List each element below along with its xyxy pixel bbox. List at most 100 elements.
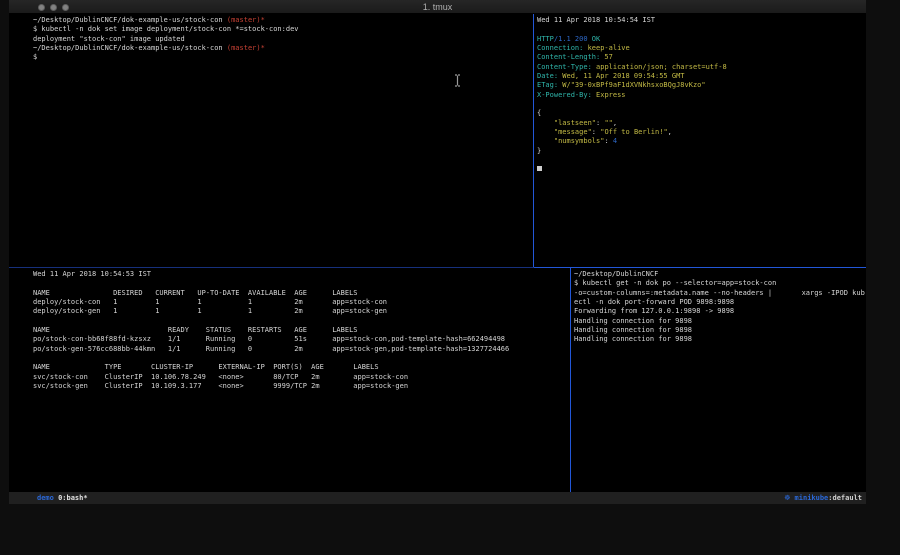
terminal-line: Content-Type: application/json; charset=…	[537, 63, 866, 72]
terminal-text: svc/stock-gen ClusterIP 10.109.3.177 <no…	[33, 382, 408, 390]
terminal-line: }	[537, 147, 866, 156]
tmux-window-tab[interactable]: 0:bash*	[54, 494, 88, 502]
terminal-pane-bottom-left[interactable]: Wed 11 Apr 2018 10:54:53 IST NAME DESIRED…	[9, 268, 570, 492]
terminal-text: }	[537, 147, 541, 155]
terminal-line: "lastseen": "",	[537, 119, 866, 128]
terminal-text: :	[592, 128, 600, 136]
terminal-line: po/stock-gen-576cc688bb-44kmn 1/1 Runnin…	[33, 345, 570, 354]
terminal-line: Wed 11 Apr 2018 10:54:53 IST	[33, 270, 570, 279]
terminal-text: Wed, 11 Apr 2018 09:54:55 GMT	[558, 72, 684, 80]
terminal-text: ~/Desktop/DublinCNCF/dok-example-us/stoc…	[33, 44, 227, 52]
terminal-text: ETag:	[537, 81, 558, 89]
terminal-text: NAME DESIRED CURRENT UP-TO-DATE AVAILABL…	[33, 289, 358, 297]
terminal-line: $ kubectl -n dok set image deployment/st…	[33, 25, 533, 34]
terminal-text: Content-Type:	[537, 63, 592, 71]
terminal-line: ETag: W/"39-0xBPf9aF1dXVNkhsxoBQgJ8vKzo"	[537, 81, 866, 90]
terminal-text: "Off to Berlin!"	[600, 128, 667, 136]
terminal-line: $	[33, 53, 533, 62]
window-titlebar[interactable]: 1. tmux	[9, 0, 866, 14]
terminal-text: ectl -n dok port-forward POD 9898:9898	[574, 298, 734, 306]
terminal-text: po/stock-con-bb68f88fd-kzsxz 1/1 Running…	[33, 335, 505, 343]
terminal-line: "numsymbols": 4	[537, 137, 866, 146]
terminal-line: $ kubectl get -n dok po --selector=app=s…	[574, 279, 866, 288]
terminal-line	[537, 25, 866, 34]
pane-divider-horizontal-right[interactable]	[534, 267, 866, 268]
terminal-line: Wed 11 Apr 2018 10:54:54 IST	[537, 16, 866, 25]
terminal-text: (master)*	[227, 16, 265, 24]
terminal-text: Handling connection for 9898	[574, 326, 692, 334]
terminal-line: deployment "stock-con" image updated	[33, 35, 533, 44]
terminal-line: ~/Desktop/DublinCNCF/dok-example-us/stoc…	[33, 44, 533, 53]
terminal-line: Content-Length: 57	[537, 53, 866, 62]
terminal-line: NAME TYPE CLUSTER-IP EXTERNAL-IP PORT(S)…	[33, 363, 570, 372]
terminal-text: Date:	[537, 72, 558, 80]
terminal-line: Date: Wed, 11 Apr 2018 09:54:55 GMT	[537, 72, 866, 81]
text-cursor-pointer	[453, 72, 462, 91]
terminal-line	[33, 317, 570, 326]
terminal-text: W/"39-0xBPf9aF1dXVNkhsxoBQgJ8vKzo"	[558, 81, 706, 89]
terminal-line: Handling connection for 9898	[574, 326, 866, 335]
terminal-line: X-Powered-By: Express	[537, 91, 866, 100]
terminal-text: deployment "stock-con" image updated	[33, 35, 185, 43]
pane-divider-vertical-bottom[interactable]	[570, 268, 571, 492]
terminal-line	[33, 279, 570, 288]
kube-namespace: :default	[828, 494, 862, 502]
window-title: 1. tmux	[9, 1, 866, 13]
tmux-session-name: demo	[37, 494, 54, 502]
terminal-text: ""	[604, 119, 612, 127]
terminal-text: Forwarding from 127.0.0.1:9898 -> 9898	[574, 307, 734, 315]
terminal-text: {	[537, 109, 541, 117]
terminal-text: /1.1 200	[554, 35, 592, 43]
terminal-text: Handling connection for 9898	[574, 335, 692, 343]
terminal-line: ~/Desktop/DublinCNCF/dok-example-us/stoc…	[33, 16, 533, 25]
terminal-text: po/stock-gen-576cc688bb-44kmn 1/1 Runnin…	[33, 345, 509, 353]
terminal-text: Content-Length:	[537, 53, 600, 61]
terminal-pane-bottom-right[interactable]: ~/Desktop/DublinCNCF$ kubectl get -n dok…	[571, 268, 866, 492]
terminal-pane-top-left[interactable]: ~/Desktop/DublinCNCF/dok-example-us/stoc…	[9, 14, 533, 267]
terminal-text: ,	[668, 128, 672, 136]
terminal-text: ~/Desktop/DublinCNCF/dok-example-us/stoc…	[33, 16, 227, 24]
terminal-text: -o=custom-columns=:metadata.name --no-he…	[574, 289, 865, 297]
terminal-text: "message"	[537, 128, 592, 136]
terminal-text: keep-alive	[583, 44, 629, 52]
terminal-text: (master)*	[227, 44, 265, 52]
terminal-line: Connection: keep-alive	[537, 44, 866, 53]
terminal-line: svc/stock-gen ClusterIP 10.109.3.177 <no…	[33, 382, 570, 391]
terminal-line: "message": "Off to Berlin!",	[537, 128, 866, 137]
terminal-text: Wed 11 Apr 2018 10:54:53 IST	[33, 270, 151, 278]
terminal-text: application/json; charset=utf-8	[592, 63, 727, 71]
terminal-text: $ kubectl get -n dok po --selector=app=s…	[574, 279, 776, 287]
terminal-line: po/stock-con-bb68f88fd-kzsxz 1/1 Running…	[33, 335, 570, 344]
terminal-text: Wed 11 Apr 2018 10:54:54 IST	[537, 16, 655, 24]
pane-divider-vertical-top[interactable]	[533, 14, 534, 267]
terminal-text: 57	[600, 53, 613, 61]
terminal-line: ~/Desktop/DublinCNCF	[574, 270, 866, 279]
block-cursor	[537, 166, 542, 171]
terminal-text: OK	[592, 35, 600, 43]
terminal-text: Handling connection for 9898	[574, 317, 692, 325]
terminal-text: HTTP	[537, 35, 554, 43]
terminal-text: deploy/stock-gen 1 1 1 1 2m app=stock-ge…	[33, 307, 387, 315]
terminal-line: Forwarding from 127.0.0.1:9898 -> 9898	[574, 307, 866, 316]
terminal-line	[537, 165, 866, 174]
tmux-status-bar: demo 0:bash* ☸ minikube:default	[9, 492, 866, 504]
terminal-line: NAME READY STATUS RESTARTS AGE LABELS	[33, 326, 570, 335]
terminal-text: deploy/stock-con 1 1 1 1 2m app=stock-co…	[33, 298, 387, 306]
terminal-line	[537, 156, 866, 165]
terminal-line: NAME DESIRED CURRENT UP-TO-DATE AVAILABL…	[33, 289, 570, 298]
terminal-text: :	[604, 137, 612, 145]
terminal-line: Handling connection for 9898	[574, 317, 866, 326]
terminal-text: 4	[613, 137, 617, 145]
terminal-line: Handling connection for 9898	[574, 335, 866, 344]
terminal-line: HTTP/1.1 200 OK	[537, 35, 866, 44]
terminal-line	[33, 354, 570, 363]
terminal-text: NAME TYPE CLUSTER-IP EXTERNAL-IP PORT(S)…	[33, 363, 379, 371]
terminal-line: -o=custom-columns=:metadata.name --no-he…	[574, 289, 866, 298]
terminal-text: "numsymbols"	[537, 137, 604, 145]
terminal-text: X-Powered-By:	[537, 91, 592, 99]
terminal-text: NAME READY STATUS RESTARTS AGE LABELS	[33, 326, 358, 334]
terminal-text: "lastseen"	[537, 119, 596, 127]
terminal-pane-top-right[interactable]: Wed 11 Apr 2018 10:54:54 IST HTTP/1.1 200…	[534, 14, 866, 267]
pane-divider-horizontal-left[interactable]	[9, 267, 534, 268]
terminal-text: Express	[592, 91, 626, 99]
